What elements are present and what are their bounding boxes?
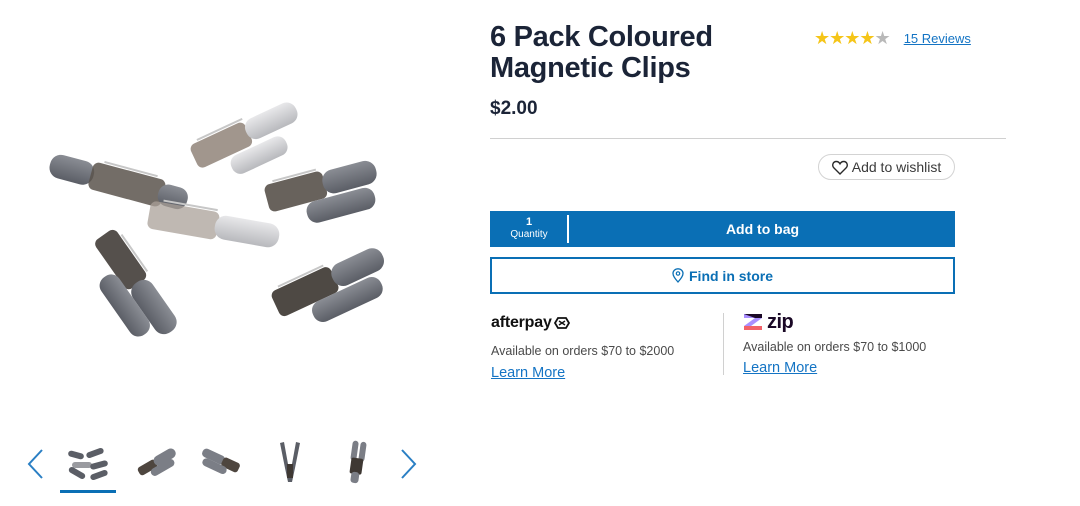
divider xyxy=(490,138,1006,139)
rating-stars: ★★★★★ xyxy=(814,27,891,48)
selected-thumbnail-indicator xyxy=(60,490,116,493)
afterpay-description: Available on orders $70 to $2000 xyxy=(491,344,675,358)
afterpay-learn-more-link[interactable]: Learn More xyxy=(491,365,565,381)
zip-mark-icon xyxy=(744,314,762,330)
main-product-image xyxy=(40,80,420,350)
product-price: $2.00 xyxy=(490,98,538,119)
chevron-left-icon xyxy=(27,449,43,479)
thumbnail-strip xyxy=(22,432,422,496)
thumbnail-3[interactable] xyxy=(194,438,250,486)
thumbnail-2[interactable] xyxy=(128,438,184,486)
quantity-selector[interactable]: 1 Quantity xyxy=(490,211,568,247)
location-pin-icon xyxy=(672,268,684,283)
afterpay-arrows-icon xyxy=(553,317,570,329)
gallery-next-button[interactable] xyxy=(398,446,420,482)
quantity-separator xyxy=(567,215,569,243)
product-rating: ★★★★★ 15 Reviews xyxy=(814,28,971,48)
reviews-link[interactable]: 15 Reviews xyxy=(904,31,971,46)
heart-icon xyxy=(831,160,848,175)
find-in-store-label: Find in store xyxy=(689,267,773,284)
thumbnail-1[interactable] xyxy=(60,438,116,486)
payment-divider xyxy=(723,313,724,375)
zip-description: Available on orders $70 to $1000 xyxy=(743,340,927,354)
quantity-label: Quantity xyxy=(510,229,548,240)
zip-logo: zip xyxy=(742,310,794,334)
wishlist-label: Add to wishlist xyxy=(851,159,942,175)
product-title: 6 Pack Coloured Magnetic Clips xyxy=(490,21,713,84)
gallery-prev-button[interactable] xyxy=(24,446,46,482)
quantity-value: 1 xyxy=(525,216,533,228)
zip-learn-more-link[interactable]: Learn More xyxy=(743,360,817,376)
find-in-store-button[interactable]: Find in store xyxy=(490,257,955,294)
thumbnail-5[interactable] xyxy=(328,438,384,486)
add-to-wishlist-button[interactable]: Add to wishlist xyxy=(818,154,955,180)
chevron-right-icon xyxy=(401,449,417,479)
thumbnail-4[interactable] xyxy=(262,438,318,486)
afterpay-logo: afterpay xyxy=(491,314,571,332)
add-to-bag-bar: 1 Quantity Add to bag xyxy=(490,211,955,247)
add-to-bag-button[interactable]: Add to bag xyxy=(570,211,955,247)
